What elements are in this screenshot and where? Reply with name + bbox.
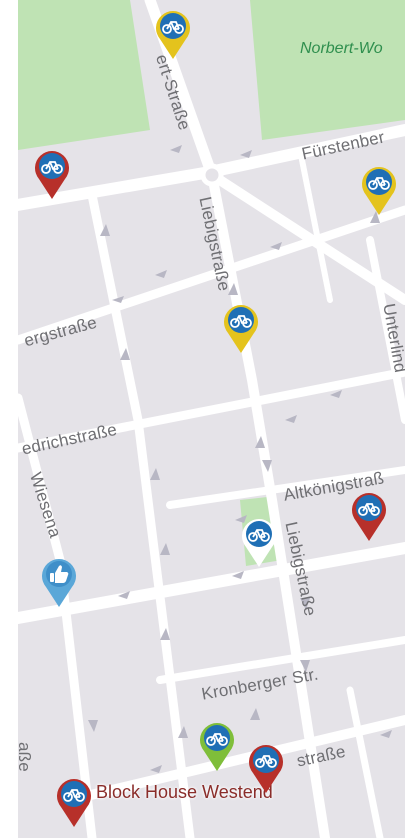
bike-marker-red-left[interactable] <box>33 148 71 200</box>
park-label-norbert: Norbert-Wo <box>300 40 383 57</box>
bike-marker-yellow-center[interactable] <box>222 302 260 354</box>
street-label-left-edge: aße <box>15 742 34 772</box>
map-background <box>0 0 405 838</box>
left-white-edge <box>0 0 18 838</box>
bike-marker-red-mid[interactable] <box>350 490 388 542</box>
bike-marker-white-park[interactable] <box>240 516 278 568</box>
park-norbert <box>250 0 405 140</box>
bike-marker-red-poi[interactable] <box>55 776 93 828</box>
bike-marker-red-bottom[interactable] <box>247 742 285 794</box>
bike-marker-green[interactable] <box>198 720 236 772</box>
park-left <box>18 0 150 150</box>
bike-marker-yellow-top[interactable] <box>154 8 192 60</box>
roundabout <box>200 163 224 187</box>
thumbs-up-marker[interactable] <box>40 556 78 608</box>
road-lower-right-ns <box>346 686 384 838</box>
bike-marker-yellow-right[interactable] <box>360 164 398 216</box>
map-view[interactable]: ert-Straße Fürstenber Liebigstraße ergst… <box>0 0 405 838</box>
road-far-right <box>297 147 333 303</box>
